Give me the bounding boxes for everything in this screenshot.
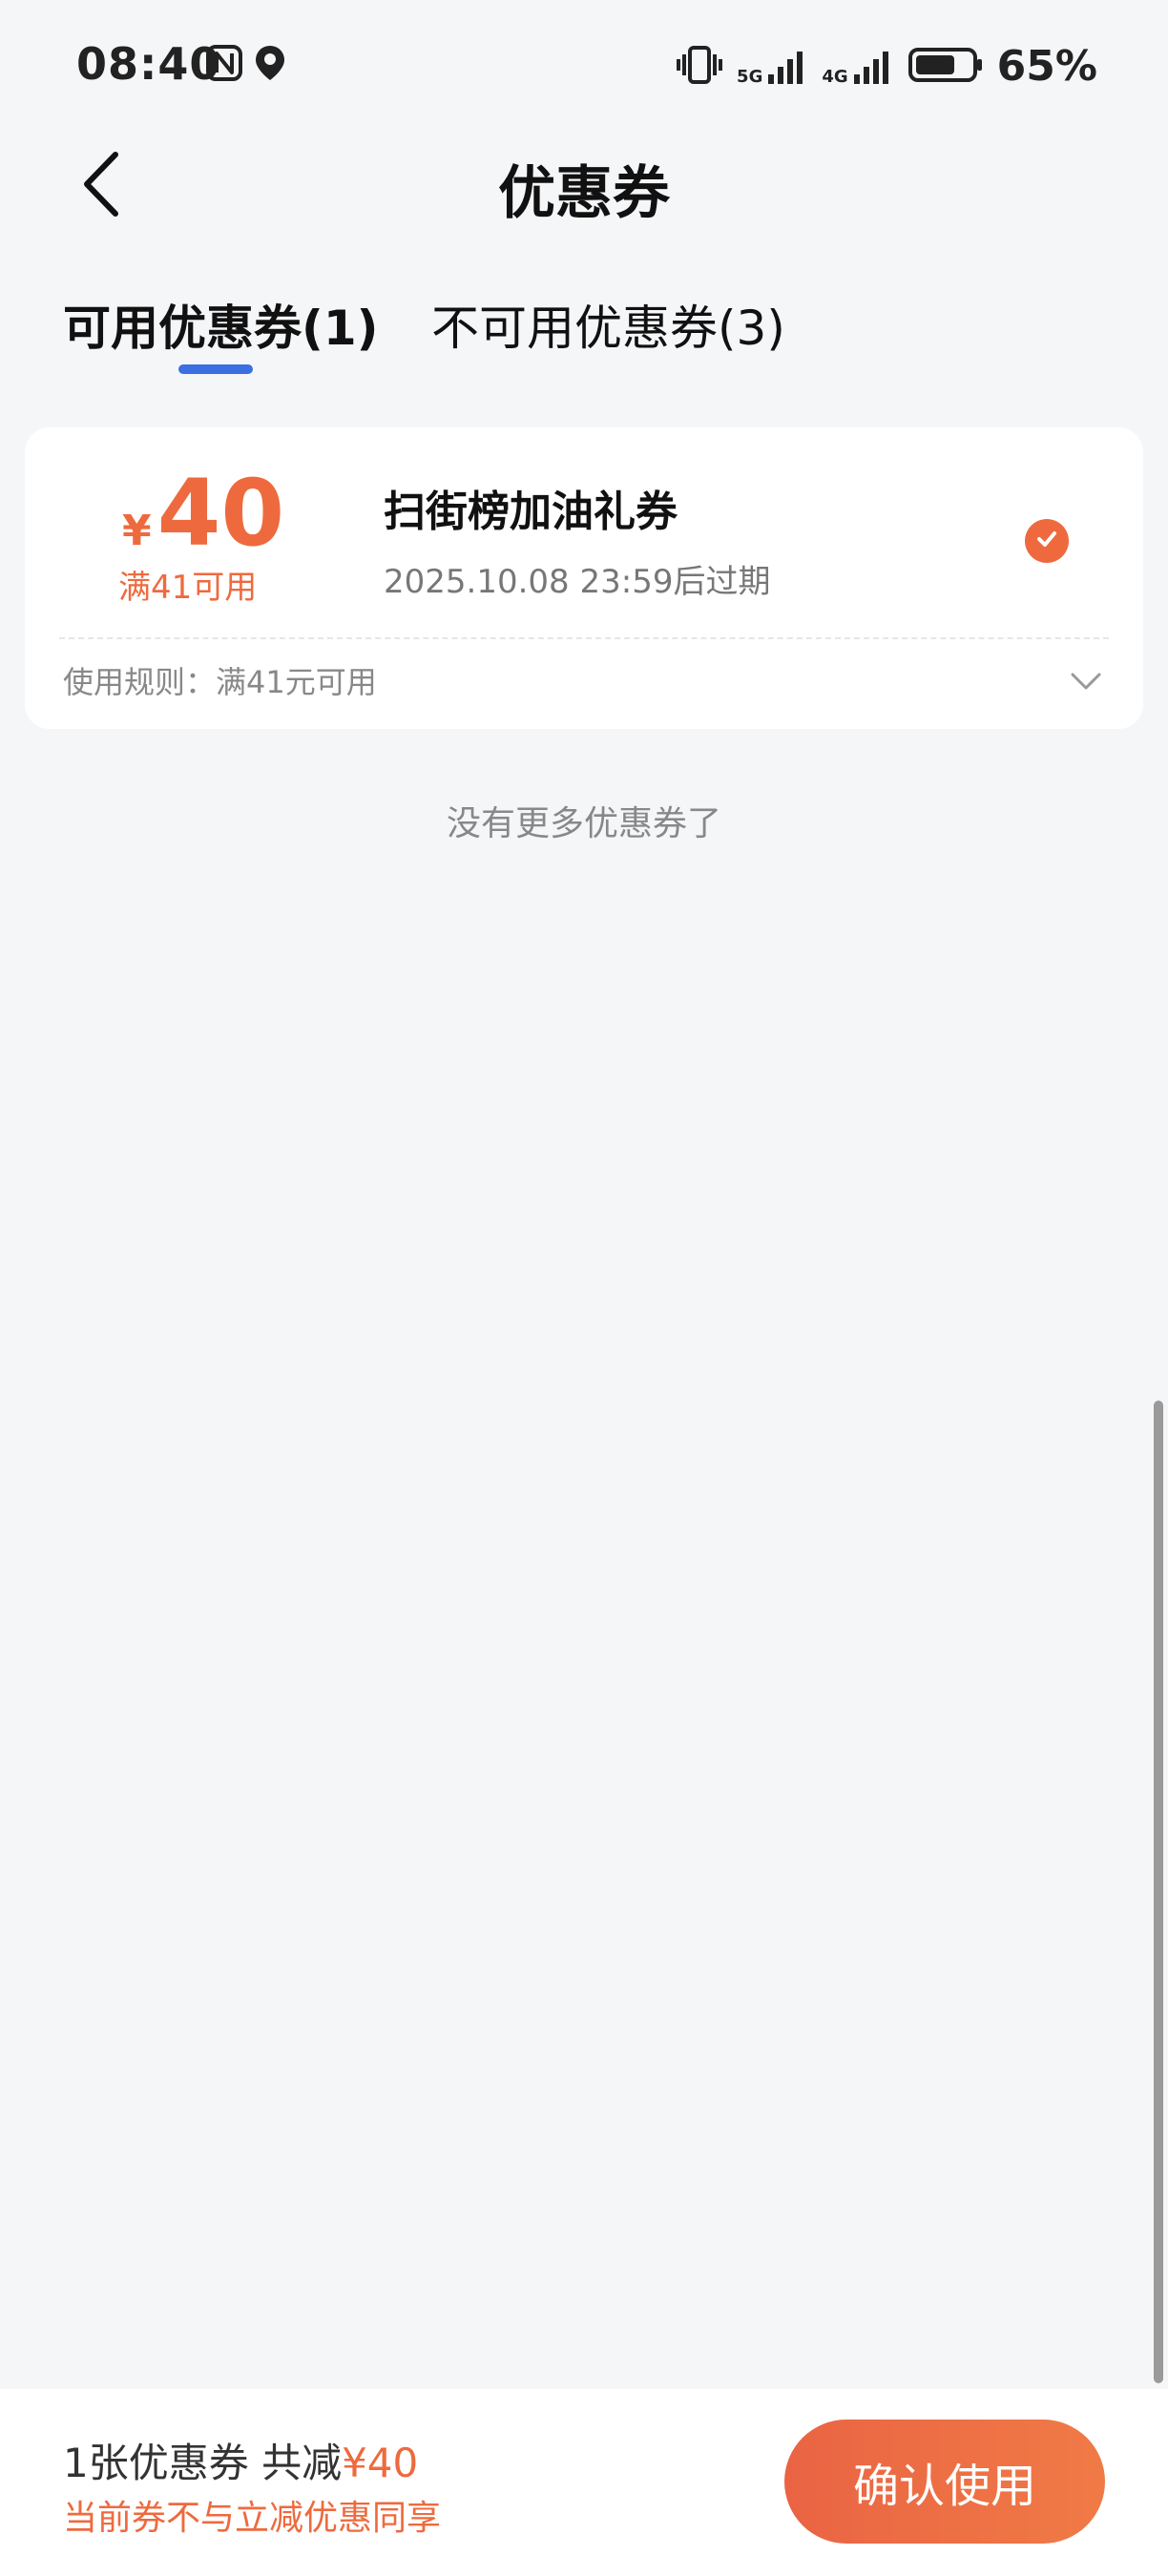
tab-available-coupons[interactable]: 可用优惠券(1) bbox=[63, 290, 379, 359]
page-title: 优惠券 bbox=[498, 160, 670, 227]
chevron-down-icon bbox=[1070, 672, 1102, 695]
coupon-tabs: 可用优惠券(1) 不可用优惠券(3) bbox=[0, 277, 1168, 391]
header: 优惠券 bbox=[0, 134, 1168, 239]
status-bar: 08:40 5G 4G 65% bbox=[0, 0, 1168, 134]
active-tab-indicator bbox=[178, 364, 253, 374]
coupon-currency: ¥ bbox=[122, 507, 152, 555]
coupon-amount: ¥ 40 bbox=[122, 466, 284, 561]
status-left-icons bbox=[205, 44, 287, 86]
bottom-bar: 1张优惠券 共减¥40 当前券不与立减优惠同享 确认使用 bbox=[0, 2389, 1168, 2576]
summary-prefix: 1张优惠券 共减 bbox=[63, 2440, 343, 2486]
list-end-text: 没有更多优惠券了 bbox=[446, 804, 721, 843]
coupon-name: 扫街榜加油礼券 bbox=[384, 488, 678, 536]
coupon-divider bbox=[59, 637, 1109, 639]
location-icon bbox=[253, 44, 287, 86]
confirm-button[interactable]: 确认使用 bbox=[784, 2420, 1105, 2544]
coupon-value: 40 bbox=[156, 460, 285, 567]
network-4g-label: 4G bbox=[822, 66, 848, 87]
tab-unavailable-coupons[interactable]: 不可用优惠券(3) bbox=[431, 290, 785, 359]
summary-amount: ¥40 bbox=[342, 2440, 419, 2486]
coupon-expiry: 2025.10.08 23:59后过期 bbox=[384, 563, 771, 601]
check-icon bbox=[1033, 526, 1060, 556]
nfc-icon bbox=[205, 44, 243, 86]
discount-summary: 1张优惠券 共减¥40 bbox=[63, 2431, 418, 2489]
signal-5g-icon: 5G bbox=[737, 48, 808, 86]
coupon-threshold: 满41可用 bbox=[118, 569, 258, 607]
discount-note: 当前券不与立减优惠同享 bbox=[63, 2499, 442, 2538]
vibrate-icon bbox=[676, 45, 723, 89]
coupon-rule: 使用规则：满41元可用 bbox=[63, 664, 377, 700]
coupon-rule-expand[interactable] bbox=[1067, 664, 1105, 702]
scrollbar[interactable] bbox=[1154, 1401, 1163, 2383]
coupon-selected-checkbox[interactable] bbox=[1025, 519, 1069, 563]
coupon-card[interactable]: ¥ 40 满41可用 扫街榜加油礼券 2025.10.08 23:59后过期 使… bbox=[25, 427, 1143, 729]
status-time: 08:40 bbox=[76, 38, 221, 90]
network-5g-label: 5G bbox=[737, 66, 763, 87]
status-right-icons: 5G 4G 65% bbox=[676, 42, 1097, 91]
battery-icon bbox=[907, 46, 984, 88]
signal-4g-icon: 4G bbox=[822, 48, 893, 86]
battery-percent: 65% bbox=[996, 42, 1097, 91]
